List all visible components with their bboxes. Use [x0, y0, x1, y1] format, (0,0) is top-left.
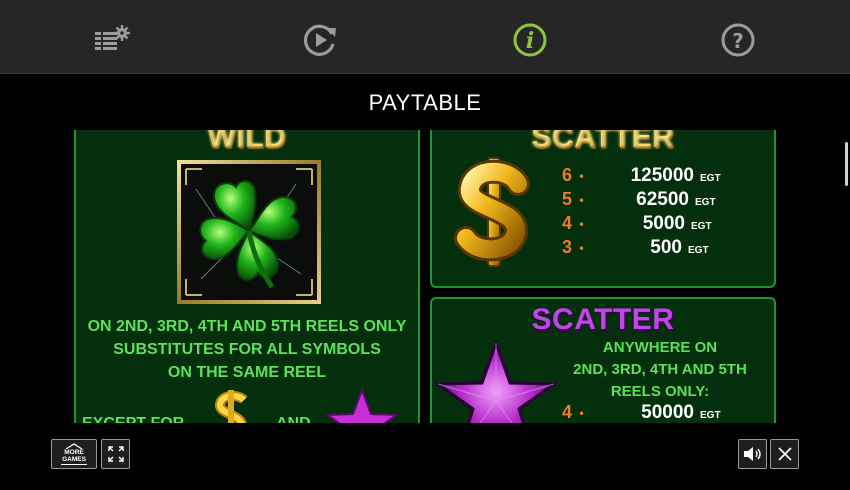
- close-button[interactable]: [770, 439, 799, 469]
- pay-amount: 500: [650, 237, 682, 258]
- speaker-icon: [743, 447, 761, 461]
- pay-dot: •: [578, 407, 586, 421]
- wild-line-2: SUBSTITUTES FOR ALL SYMBOLS: [113, 341, 381, 358]
- and-text: AND: [276, 412, 311, 423]
- note-line-1: ANYWHERE ON: [602, 339, 718, 356]
- note-line-2: 2ND, 3RD, 4TH AND 5TH: [573, 361, 747, 378]
- pay-amount: 62500: [636, 189, 689, 210]
- autoplay-icon: [303, 24, 336, 56]
- more-games-button[interactable]: MORE GAMES: [51, 439, 97, 469]
- pay-count: 4: [562, 402, 573, 422]
- fullscreen-icon: [107, 446, 124, 462]
- scatter-star-panel: SCATTER ANYWHERE ON 2ND, 3RD, 4TH AND 5T…: [430, 297, 776, 423]
- scatter-dollar-panel: SCATTER 6 • 125000 EGT 5 • 62500 EGT 4 •…: [430, 130, 776, 288]
- pay-amount: 5000: [642, 213, 685, 234]
- wild-header: WILD: [76, 130, 418, 155]
- fullscreen-button[interactable]: [101, 439, 130, 469]
- help-icon: ?: [721, 23, 755, 57]
- pay-currency: EGT: [700, 173, 721, 184]
- info-icon: i: [513, 23, 547, 57]
- more-games-line2: GAMES: [62, 456, 86, 463]
- pay-row-6: 6 • 125000 EGT: [562, 165, 721, 187]
- small-dollar-icon: [215, 390, 248, 423]
- sound-button[interactable]: [738, 439, 767, 469]
- pay-amount: 50000: [641, 402, 694, 423]
- svg-text:i: i: [526, 28, 534, 54]
- wild-line-3: ON THE SAME REEL: [167, 364, 327, 381]
- clover-symbol: [176, 159, 322, 305]
- paytable-screen: i ? PAYTABLE WILD ON 2ND, 3RD, 4TH AND 5…: [0, 0, 850, 490]
- except-for-text: EXCEPT FOR: [82, 412, 184, 423]
- wild-panel: WILD ON 2ND, 3RD, 4TH AND 5TH REELS ONLY…: [74, 130, 420, 423]
- settings-icon: [95, 25, 130, 50]
- clover-icon: [177, 160, 321, 304]
- small-star-icon: [326, 388, 398, 423]
- pay-row-3: 3 • 500 EGT: [562, 237, 709, 259]
- pay-count: 4: [562, 213, 573, 233]
- close-icon: [777, 447, 792, 461]
- help-button[interactable]: ?: [718, 20, 758, 60]
- autoplay-button[interactable]: [300, 20, 340, 60]
- pay-dot: •: [578, 170, 586, 184]
- scrollbar-thumb[interactable]: [845, 142, 848, 186]
- pay-row-5: 5 • 62500 EGT: [562, 189, 716, 211]
- bottom-toolbar: MORE GAMES: [0, 423, 850, 490]
- scatter-dollar-header: SCATTER: [432, 130, 774, 155]
- more-games-line1: MORE: [64, 449, 84, 456]
- pay-amount: 125000: [630, 165, 694, 186]
- dollar-symbol-icon: [454, 157, 530, 267]
- svg-text:?: ?: [732, 29, 744, 53]
- scatter-star-header: SCATTER: [531, 303, 675, 336]
- star-pay-row-4: 4 • 50000 EGT: [562, 402, 721, 423]
- pay-currency: EGT: [695, 197, 716, 208]
- pay-count: 6: [562, 165, 573, 185]
- star-symbol-icon: [436, 341, 556, 423]
- pay-dot: •: [578, 194, 586, 208]
- pay-currency: EGT: [691, 221, 712, 232]
- pay-row-4: 4 • 5000 EGT: [562, 213, 712, 235]
- settings-button[interactable]: [93, 20, 133, 60]
- more-games-underline: [61, 464, 87, 465]
- pay-count: 3: [562, 237, 573, 257]
- note-line-3: REELS ONLY:: [610, 383, 710, 400]
- page-title: PAYTABLE: [368, 90, 482, 115]
- pay-dot: •: [578, 218, 586, 232]
- pay-currency: EGT: [688, 245, 709, 256]
- wild-description: ON 2ND, 3RD, 4TH AND 5TH REELS ONLY SUBS…: [76, 315, 418, 384]
- pay-count: 5: [562, 189, 573, 209]
- pay-currency: EGT: [700, 410, 721, 421]
- paytable-content: WILD ON 2ND, 3RD, 4TH AND 5TH REELS ONLY…: [0, 130, 850, 423]
- info-button[interactable]: i: [510, 20, 550, 60]
- pay-dot: •: [578, 242, 586, 256]
- wild-line-1: ON 2ND, 3RD, 4TH AND 5TH REELS ONLY: [87, 318, 407, 335]
- top-toolbar: i ?: [0, 0, 850, 74]
- star-scatter-note: ANYWHERE ON 2ND, 3RD, 4TH AND 5TH REELS …: [560, 337, 760, 403]
